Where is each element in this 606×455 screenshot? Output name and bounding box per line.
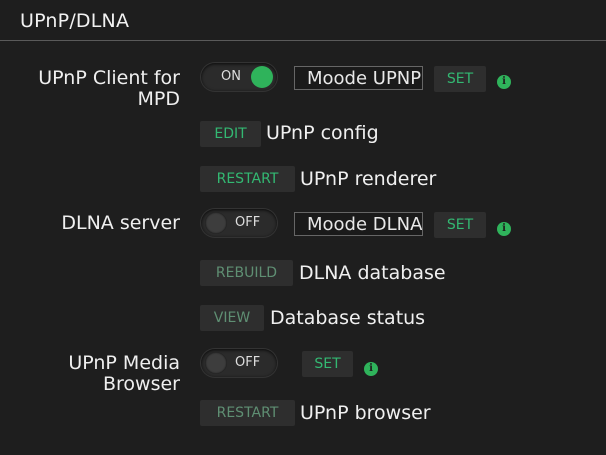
upnp-browser-set-button[interactable]: SET (302, 351, 353, 377)
toggle-state-label: ON (221, 69, 241, 84)
info-icon[interactable]: i (497, 75, 511, 89)
upnp-browser-label-line1: UPnP Media (68, 352, 180, 374)
dlna-rebuild-button[interactable]: REBUILD (200, 260, 293, 286)
info-icon[interactable]: i (497, 222, 511, 236)
dlna-server-label: DLNA server (61, 212, 180, 234)
upnp-browser-label: UPnP Media Browser (20, 353, 180, 395)
section-title: UPnP/DLNA (20, 10, 130, 32)
toggle-knob (205, 212, 227, 234)
section-divider (0, 40, 606, 41)
upnp-browser-label-line2: Browser (103, 373, 180, 395)
upnp-edit-button[interactable]: EDIT (200, 121, 261, 147)
dlna-view-button[interactable]: VIEW (200, 305, 264, 331)
upnp-client-toggle[interactable]: ON (201, 63, 277, 91)
upnp-client-name-input[interactable]: Moode UPNP (294, 66, 423, 90)
upnp-client-set-button[interactable]: SET (434, 66, 486, 92)
upnp-browser-toggle[interactable]: OFF (201, 349, 277, 377)
toggle-state-label: OFF (235, 355, 261, 370)
dlna-server-toggle[interactable]: OFF (201, 209, 277, 237)
upnp-client-label-line1: UPnP Client for (38, 67, 180, 89)
upnp-client-label-line2: MPD (137, 88, 180, 110)
upnp-client-label: UPnP Client for MPD (20, 68, 180, 110)
upnp-browser-restart-label: UPnP browser (300, 402, 431, 424)
toggle-knob (251, 66, 273, 88)
upnp-config-label: UPnP config (266, 122, 379, 144)
dlna-name-input[interactable]: Moode DLNA (294, 212, 423, 236)
dlna-set-button[interactable]: SET (434, 212, 486, 238)
info-icon[interactable]: i (364, 362, 378, 376)
toggle-state-label: OFF (235, 215, 261, 230)
upnp-renderer-restart-button[interactable]: RESTART (200, 166, 295, 192)
dlna-database-label: DLNA database (299, 262, 446, 284)
toggle-knob (205, 352, 227, 374)
database-status-label: Database status (270, 307, 426, 329)
upnp-browser-restart-button[interactable]: RESTART (200, 400, 295, 426)
upnp-renderer-label: UPnP renderer (300, 168, 437, 190)
